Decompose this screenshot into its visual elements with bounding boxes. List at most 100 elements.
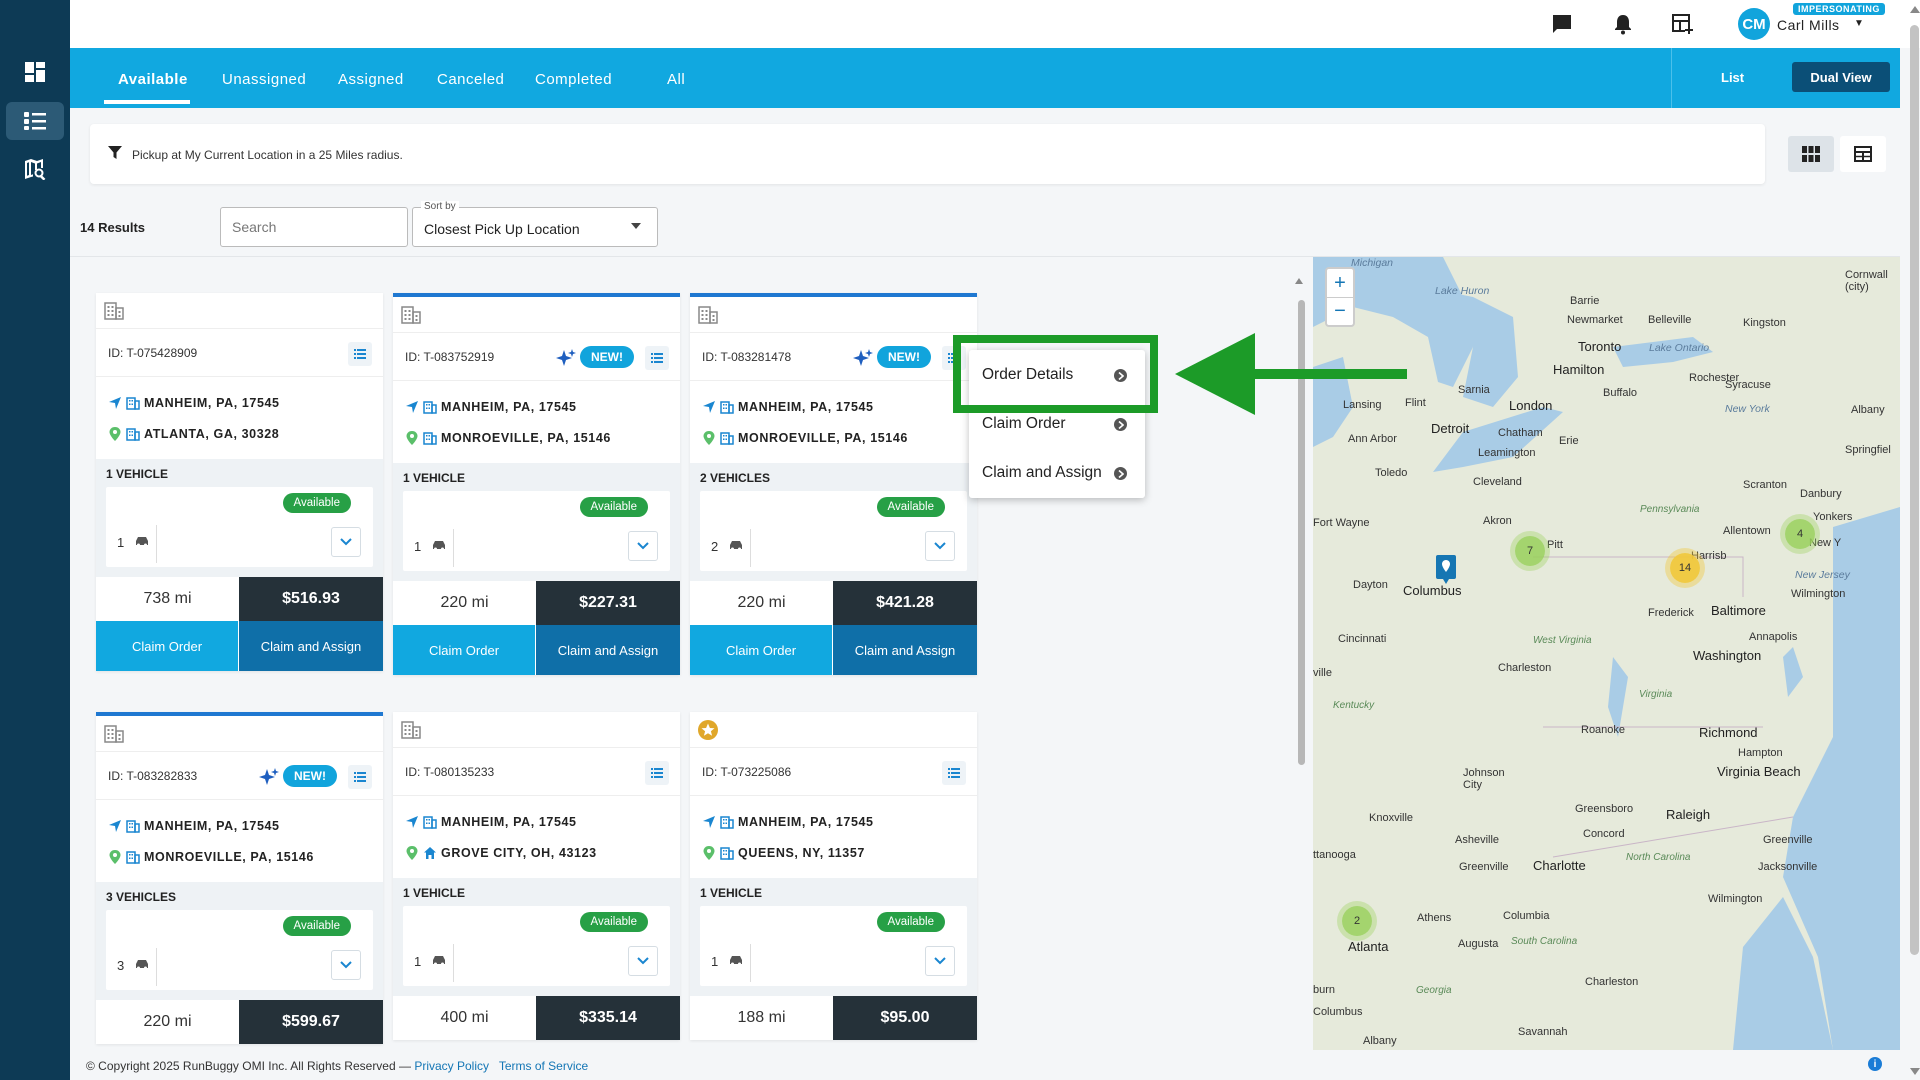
new-badge: NEW! [283, 765, 337, 787]
menu-item-claim-and-assign[interactable]: Claim and Assign [969, 448, 1145, 497]
sort-value: Closest Pick Up Location [424, 221, 580, 237]
vehicle-box: Available 1 [700, 906, 967, 986]
list-menu-icon[interactable] [348, 765, 372, 789]
order-card: ID: T-083752919 NEW! MANHEIM, PA, 17545 … [393, 293, 680, 675]
map-label: Columbus [1403, 583, 1462, 598]
dual-view-button[interactable]: Dual View [1792, 62, 1890, 92]
terms-of-service-link[interactable]: Terms of Service [499, 1059, 588, 1073]
star-icon[interactable] [697, 719, 719, 741]
vehicles-count-label: 3 VEHICLES [106, 890, 177, 904]
map-pin-icon[interactable] [1435, 554, 1457, 584]
tab-canceled[interactable]: Canceled [437, 71, 504, 88]
chevron-down-icon[interactable] [331, 527, 361, 557]
car-icon [433, 956, 445, 966]
list-menu-icon[interactable] [645, 346, 669, 370]
distance: 220 mi [440, 594, 489, 611]
grid-add-icon[interactable] [1668, 10, 1696, 38]
map-label: Charlotte [1533, 858, 1586, 873]
building-icon [698, 306, 718, 324]
map-label: Toledo [1375, 467, 1408, 479]
location-pin-icon [703, 846, 715, 860]
price: $516.93 [239, 577, 383, 621]
map-label: New Jersey [1795, 569, 1850, 581]
filter-bar[interactable]: Pickup at My Current Location in a 25 Mi… [90, 124, 1765, 184]
divider [156, 525, 157, 563]
chevron-down-icon[interactable] [925, 946, 955, 976]
bell-icon[interactable] [1609, 10, 1637, 38]
order-id: ID: T-080135233 [405, 765, 495, 779]
map-label: Cornwall (city) [1845, 269, 1888, 293]
search-input[interactable] [220, 207, 408, 247]
chevron-down-icon[interactable] [628, 531, 658, 561]
tab-completed[interactable]: Completed [535, 71, 612, 88]
card-id-row: ID: T-080135233 [393, 748, 680, 796]
claim-and-assign-button[interactable]: Claim and Assign [833, 625, 977, 675]
tab-available[interactable]: Available [118, 71, 188, 88]
chat-icon[interactable] [1548, 10, 1576, 38]
map-label: burn [1313, 984, 1336, 996]
orders-list-icon[interactable] [6, 102, 64, 140]
claim-and-assign-button[interactable]: Claim and Assign [536, 625, 680, 675]
dropoff-text: ATLANTA, GA, 30328 [144, 427, 280, 441]
building-icon [126, 820, 140, 833]
list-menu-icon[interactable] [942, 761, 966, 785]
scroll-down-arrow-icon[interactable] [1910, 1068, 1920, 1075]
card-header [393, 297, 680, 333]
chevron-down-icon[interactable] [628, 946, 658, 976]
pickup-text: MANHEIM, PA, 17545 [738, 400, 874, 414]
user-name[interactable]: Carl Mills [1777, 17, 1840, 33]
status-badge: Available [876, 497, 945, 517]
list-menu-icon[interactable] [348, 342, 372, 366]
map-cluster[interactable]: 2 [1342, 906, 1372, 936]
avatar[interactable]: CM [1738, 8, 1770, 40]
chevron-down-icon[interactable] [925, 531, 955, 561]
scroll-up-arrow-icon[interactable] [1295, 278, 1303, 284]
vehicles-count-label: 1 VEHICLE [700, 886, 763, 900]
map-label: Yonkers [1813, 511, 1853, 523]
map-label: Hamilton [1553, 362, 1605, 377]
map-label: Leamington [1478, 447, 1536, 459]
dropoff-text: MONROEVILLE, PA, 15146 [738, 431, 908, 445]
map-cluster[interactable]: 4 [1785, 519, 1815, 549]
map-label: South Carolina [1511, 936, 1578, 947]
map-label: Augusta [1458, 938, 1499, 950]
building-icon [401, 721, 421, 739]
avatar-initials: CM [1742, 15, 1766, 33]
tab-assigned[interactable]: Assigned [338, 71, 404, 88]
sort-select[interactable]: Sort by Closest Pick Up Location [412, 201, 658, 247]
map-cluster[interactable]: 14 [1670, 553, 1700, 583]
map-label: Annapolis [1749, 631, 1798, 643]
caret-down-icon[interactable]: ▼ [1854, 18, 1864, 29]
zoom-in-button[interactable]: + [1327, 269, 1353, 297]
pickup-location: MANHEIM, PA, 17545 [108, 816, 280, 836]
tab-unassigned[interactable]: Unassigned [222, 71, 306, 88]
navigation-arrow-icon [406, 401, 418, 413]
claim-and-assign-button[interactable]: Claim and Assign [239, 621, 383, 671]
page-scrollbar[interactable] [1910, 25, 1919, 955]
help-icon[interactable]: i [1868, 1057, 1882, 1071]
claim-order-button[interactable]: Claim Order [96, 621, 239, 671]
pickup-text: MANHEIM, PA, 17545 [144, 819, 280, 833]
claim-order-button[interactable]: Claim Order [393, 625, 536, 675]
claim-order-button[interactable]: Claim Order [690, 625, 833, 675]
order-card: ID: T-083281478 NEW! MANHEIM, PA, 17545 … [690, 293, 977, 675]
zoom-control: + − [1325, 267, 1355, 327]
top-header: CM IMPERSONATING Carl Mills ▼ [70, 0, 1920, 48]
dropoff-text: GROVE CITY, OH, 43123 [441, 846, 597, 860]
map-label: Ann Arbor [1348, 433, 1397, 445]
list-menu-icon[interactable] [645, 761, 669, 785]
grid-view-icon[interactable] [1788, 136, 1834, 172]
map-search-icon[interactable] [6, 150, 64, 188]
zoom-out-button[interactable]: − [1327, 297, 1353, 325]
map-cluster[interactable]: 7 [1515, 536, 1545, 566]
chevron-down-icon[interactable] [331, 950, 361, 980]
menu-item-label: Claim and Assign [982, 463, 1102, 481]
card-route: MANHEIM, PA, 17545 ATLANTA, GA, 30328 [96, 377, 383, 459]
scroll-up-arrow-icon[interactable] [1910, 6, 1920, 13]
dashboard-icon[interactable] [6, 53, 64, 91]
tab-all[interactable]: All [667, 71, 685, 88]
distance: 220 mi [737, 594, 786, 611]
list-view-button[interactable]: List [1721, 70, 1744, 85]
privacy-policy-link[interactable]: Privacy Policy [414, 1059, 489, 1073]
table-view-icon[interactable] [1840, 136, 1886, 172]
